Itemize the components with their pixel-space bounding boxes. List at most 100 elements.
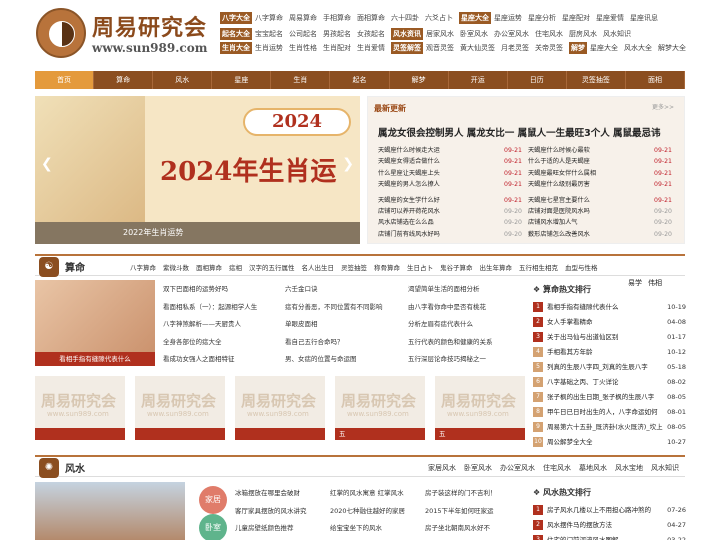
suanming-subnav-link[interactable]: 名人出生日 xyxy=(302,264,335,272)
header-link[interactable]: 星座讯息 xyxy=(630,12,658,24)
suanming-subnav-link[interactable]: 紫微斗数 xyxy=(163,264,189,272)
fengshui-rank-item[interactable]: 2 风水摆件马的摆放方法 04-27 xyxy=(533,518,686,533)
latest-item[interactable]: 天蝎座什么时候心最软 09-21 xyxy=(528,145,672,156)
header-link[interactable]: 厨房风水 xyxy=(569,28,597,40)
rank-tab[interactable]: 易学 xyxy=(628,279,642,287)
thumbnail-label[interactable]: 五 xyxy=(435,428,525,440)
fengshui-title[interactable]: 风水 xyxy=(65,460,85,475)
header-link[interactable]: 男孩起名 xyxy=(323,28,351,40)
latest-more-link[interactable]: 更多>> xyxy=(652,102,674,111)
suanming-subnav-link[interactable]: 面相算命 xyxy=(196,264,222,272)
suanming-thumbnail[interactable]: 周易研究会 www.sun989.com 五 xyxy=(435,376,525,440)
header-link[interactable]: 黄大仙灵签 xyxy=(460,42,495,54)
fengshui-subnav-link[interactable]: 风水宝地 xyxy=(615,464,643,472)
fengshui-category-circle[interactable]: 家居 xyxy=(199,486,227,514)
rank-item-title[interactable]: 手相看其方年龄 xyxy=(547,345,663,360)
suanming-subnav-link[interactable]: 称骨算命 xyxy=(374,264,400,272)
header-link[interactable]: 住宅风水 xyxy=(535,28,563,40)
latest-item-title[interactable]: 天蝎座什么时候心最软 xyxy=(528,145,590,156)
fengshui-rank-item[interactable]: 3 住宅的门前河流风水图解 03-22 xyxy=(533,533,686,540)
rank-item-title[interactable]: 八字基础之丙、丁火详论 xyxy=(547,375,663,390)
suanming-article-link[interactable]: 痣有分善恶，不同位置有不同影响 xyxy=(285,299,383,317)
latest-item[interactable]: 风水店铺选在么么品 09-20 xyxy=(378,217,522,228)
nav-item[interactable]: 开运 xyxy=(449,71,508,89)
latest-item-title[interactable]: 什么于适的人是天蝎座 xyxy=(528,156,590,167)
suanming-article-link[interactable]: 分析左眉有痣代表什么 xyxy=(408,316,493,334)
thumbnail-label[interactable] xyxy=(135,428,225,440)
header-link[interactable]: 手相算命 xyxy=(323,12,351,24)
suanming-image-caption[interactable]: 看相手指有缝隙代表什么 xyxy=(35,352,155,366)
header-link[interactable]: 六十四卦 xyxy=(391,12,419,24)
nav-item[interactable]: 算命 xyxy=(94,71,154,89)
latest-item-title[interactable]: 店铺门前有线风水好吗 xyxy=(378,229,440,240)
slider-prev-icon[interactable]: ❮ xyxy=(41,156,53,172)
header-link[interactable]: 周易算命 xyxy=(289,12,317,24)
suanming-subnav-link[interactable]: 五行相生相克 xyxy=(519,264,558,272)
site-logo[interactable]: 周易研究会 www.sun989.com xyxy=(36,8,208,58)
header-link[interactable]: 八字算命 xyxy=(255,12,283,24)
nav-item[interactable]: 灵签抽签 xyxy=(567,71,626,89)
header-link[interactable]: 星座配对 xyxy=(562,12,590,24)
fengshui-subnav-link[interactable]: 墓地风水 xyxy=(579,464,607,472)
fengshui-category-circle[interactable]: 卧室 xyxy=(199,514,227,540)
suanming-article-link[interactable]: 六壬金口诀 xyxy=(285,281,383,299)
header-link[interactable]: 星座爱情 xyxy=(596,12,624,24)
suanming-subnav-link[interactable]: 痣相 xyxy=(229,264,242,272)
latest-item-title[interactable]: 店铺风水增加人气 xyxy=(528,217,578,228)
latest-item[interactable]: 店铺门前有线风水好吗 09-20 xyxy=(378,229,522,240)
latest-item[interactable]: 天蝎座什么级别最厉害 09-21 xyxy=(528,179,672,190)
rank-item-title[interactable]: 甲午日已日时出生的人，八字命运如何 xyxy=(547,405,663,420)
header-category-tag[interactable]: 起名大全 xyxy=(220,28,252,40)
fengshui-subnav-link[interactable]: 卧室风水 xyxy=(464,464,492,472)
latest-item-title[interactable]: 天蝎座女得适合做什么 xyxy=(378,156,440,167)
banner-slider[interactable]: 2024 2024年生肖运 ❮ ❯ 2022年生肖运势 xyxy=(35,96,360,244)
fengshui-subnav-link[interactable]: 住宅风水 xyxy=(543,464,571,472)
header-link[interactable]: 星座大全 xyxy=(590,42,618,54)
latest-item-title[interactable]: 薮形店铺怎么改善风水 xyxy=(528,229,590,240)
suanming-article-link[interactable]: 单眼皮面相 xyxy=(285,316,383,334)
header-link[interactable]: 办公室风水 xyxy=(494,28,529,40)
header-link[interactable]: 星座分析 xyxy=(528,12,556,24)
header-link[interactable]: 生肖爱情 xyxy=(357,42,385,54)
rank-item-title[interactable]: 列真的生辰八字四_刘真的生辰八字 xyxy=(547,360,663,375)
latest-item-title[interactable]: 天蝎座最旺女伴什么属相 xyxy=(528,168,596,179)
latest-item[interactable]: 天蝎座最旺女伴什么属相 09-21 xyxy=(528,168,672,179)
latest-item[interactable]: 店铺对面是医院风水吗 09-20 xyxy=(528,206,672,217)
latest-item-title[interactable]: 店铺对面是医院风水吗 xyxy=(528,206,590,217)
nav-item[interactable]: 生肖 xyxy=(271,71,331,89)
nav-item[interactable]: 星座 xyxy=(212,71,272,89)
suanming-article-link[interactable]: 看成功女强人之面相特征 xyxy=(163,351,257,369)
latest-item[interactable]: 店铺风水增加人气 09-20 xyxy=(528,217,672,228)
latest-item-title[interactable]: 天蝎座什么时候走大运 xyxy=(378,145,440,156)
fengshui-image[interactable] xyxy=(35,482,185,540)
fengshui-article-link[interactable]: 房子装这样的门不吉利！ xyxy=(425,485,497,503)
suanming-article-link[interactable]: 双下巴面相的运势好吗 xyxy=(163,281,257,299)
nav-item[interactable]: 首页 xyxy=(35,71,95,89)
suanming-rank-item[interactable]: 4 手相看其方年龄 10-12 xyxy=(533,345,686,360)
suanming-rank-item[interactable]: 3 关于出马仙与出道仙区别 01-17 xyxy=(533,330,686,345)
suanming-thumbnail[interactable]: 周易研究会 www.sun989.com 五 xyxy=(335,376,425,440)
latest-item-title[interactable]: 店铺可以养开荷花风水 xyxy=(378,206,440,217)
suanming-thumbnail[interactable]: 周易研究会 www.sun989.com xyxy=(235,376,325,440)
header-category-tag[interactable]: 灵签解签 xyxy=(391,42,423,54)
latest-item[interactable]: 什么星座让天蝎座上头 09-21 xyxy=(378,168,522,179)
latest-item[interactable]: 天蝎座什么时候走大运 09-21 xyxy=(378,145,522,156)
latest-item[interactable]: 店铺可以养开荷花风水 09-20 xyxy=(378,206,522,217)
nav-item[interactable]: 日历 xyxy=(508,71,567,89)
fengshui-article-link[interactable]: 客厅家具摆放的风水讲究 xyxy=(235,503,307,521)
latest-item[interactable]: 天蝎座七星宫主要什么 09-21 xyxy=(528,195,672,206)
header-category-tag[interactable]: 风水资讯 xyxy=(391,28,423,40)
suanming-subnav-link[interactable]: 鬼谷子算命 xyxy=(440,264,473,272)
suanming-article-link[interactable]: 全身各部位的痣大全 xyxy=(163,334,257,352)
rank-item-title[interactable]: 周易第六十五卦_既济卦(水火既济)_坎上离下 xyxy=(547,420,663,435)
rank-item-title[interactable]: 风水摆件马的摆放方法 xyxy=(547,518,663,533)
rank-item-title[interactable]: 房子风水几楼以上不用担心路冲煞的 xyxy=(547,503,663,518)
header-link[interactable]: 居家风水 xyxy=(426,28,454,40)
header-link[interactable]: 女孩起名 xyxy=(357,28,385,40)
latest-item[interactable]: 什么于适的人是天蝎座 09-21 xyxy=(528,156,672,167)
header-link[interactable]: 观音灵签 xyxy=(426,42,454,54)
suanming-rank-item[interactable]: 10 周公解梦全大全 10-27 xyxy=(533,435,686,450)
header-link[interactable]: 风水知识 xyxy=(603,28,631,40)
latest-item[interactable]: 天蝎座的女生学什么好 09-21 xyxy=(378,195,522,206)
header-link[interactable]: 关帝灵签 xyxy=(535,42,563,54)
